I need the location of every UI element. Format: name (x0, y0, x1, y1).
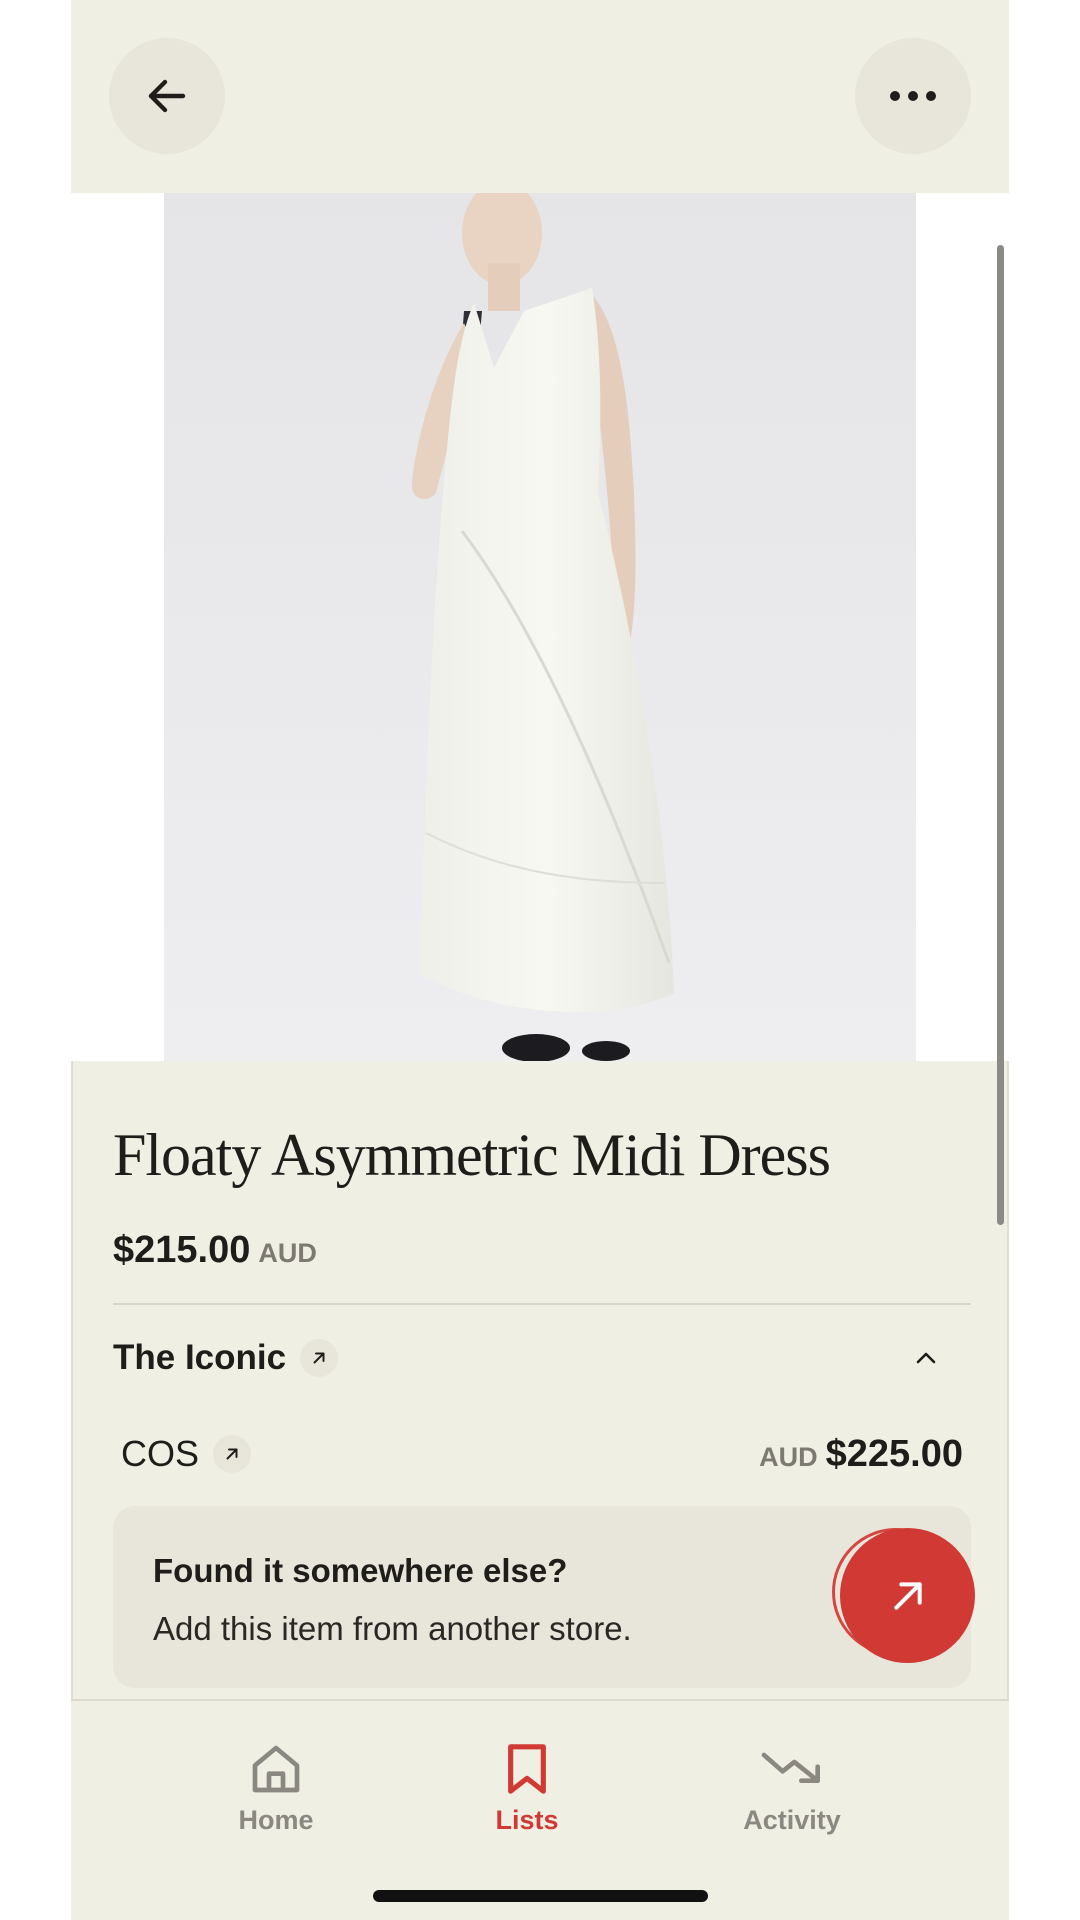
more-options-button[interactable] (855, 38, 971, 154)
product-title: Floaty Asymmetric Midi Dress (113, 1122, 831, 1188)
nav-home-label: Home (238, 1805, 314, 1835)
found-card-subtitle: Add this item from another store. (153, 1610, 632, 1647)
store-name-link[interactable]: The Iconic (113, 1338, 286, 1378)
store-row[interactable]: The Iconic (113, 1323, 971, 1393)
store-external-link-button[interactable] (300, 1339, 339, 1377)
nav-home[interactable]: Home (186, 1741, 366, 1836)
arrow-up-right-icon (226, 1448, 238, 1460)
product-info-panel: Floaty Asymmetric Midi Dress $215.00 AUD… (71, 1061, 1009, 1701)
home-icon (252, 1745, 300, 1793)
price-row: $215.00 AUD (113, 1229, 317, 1272)
nav-lists-label: Lists (495, 1805, 559, 1835)
nav-lists[interactable]: Lists (437, 1741, 617, 1836)
product-price: $215.00 (113, 1229, 251, 1271)
found-elsewhere-card: Found it somewhere else? Add this item f… (113, 1506, 975, 1688)
nav-activity-label: Activity (743, 1805, 841, 1835)
chevron-up-icon (916, 1352, 936, 1364)
scrollbar[interactable] (997, 245, 1004, 1225)
top-bar (71, 0, 1009, 193)
product-currency: AUD (258, 1238, 317, 1268)
divider (113, 1303, 971, 1305)
bottom-navigation: Home Lists Activity (71, 1701, 1009, 1920)
offer-price: AUD $225.00 (759, 1433, 963, 1476)
back-button[interactable] (109, 38, 225, 154)
collapse-button[interactable] (905, 1337, 947, 1379)
bookmark-icon (508, 1744, 546, 1794)
arrow-up-right-icon (313, 1352, 325, 1364)
arrow-up-right-icon (893, 1581, 922, 1610)
home-indicator (373, 1890, 708, 1902)
product-image-area (71, 193, 1009, 1061)
found-card-title: Found it somewhere else? (153, 1552, 568, 1589)
nav-activity[interactable]: Activity (702, 1741, 882, 1836)
product-photo[interactable] (164, 193, 916, 1061)
more-horizontal-icon (890, 91, 936, 101)
offer-store-name[interactable]: COS (121, 1433, 199, 1475)
dress-illustration (164, 193, 916, 1061)
trending-down-icon (761, 1752, 820, 1783)
offer-external-link-button[interactable] (213, 1435, 252, 1473)
offer-currency: AUD (759, 1441, 818, 1472)
offer-amount: $225.00 (825, 1432, 963, 1475)
arrow-left-icon (148, 79, 186, 113)
add-from-store-button[interactable] (840, 1528, 975, 1663)
offer-row[interactable]: COS AUD $225.00 (121, 1419, 963, 1489)
app-screen: Floaty Asymmetric Midi Dress $215.00 AUD… (71, 0, 1009, 1920)
